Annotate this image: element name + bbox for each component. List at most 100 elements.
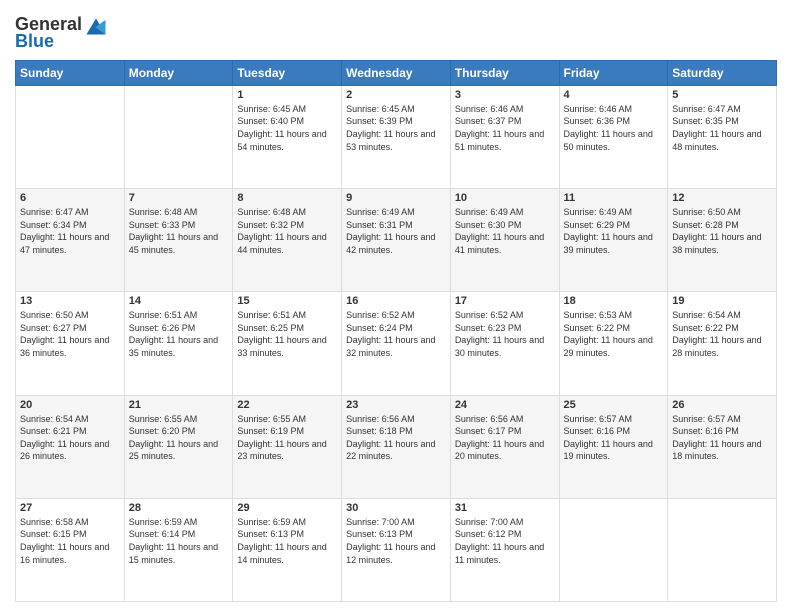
calendar-cell: 10 Sunrise: 6:49 AM Sunset: 6:30 PM Dayli… [450,189,559,292]
day-info: Sunrise: 6:46 AM Sunset: 6:37 PM Dayligh… [455,103,555,153]
day-info: Sunrise: 6:49 AM Sunset: 6:30 PM Dayligh… [455,206,555,256]
calendar-cell [668,498,777,601]
day-info: Sunrise: 6:51 AM Sunset: 6:26 PM Dayligh… [129,309,229,359]
day-info: Sunrise: 6:48 AM Sunset: 6:33 PM Dayligh… [129,206,229,256]
day-number: 4 [564,89,664,101]
calendar-cell: 24 Sunrise: 6:56 AM Sunset: 6:17 PM Dayli… [450,395,559,498]
calendar-cell: 15 Sunrise: 6:51 AM Sunset: 6:25 PM Dayli… [233,292,342,395]
day-info: Sunrise: 6:58 AM Sunset: 6:15 PM Dayligh… [20,516,120,566]
calendar-cell: 17 Sunrise: 6:52 AM Sunset: 6:23 PM Dayli… [450,292,559,395]
day-number: 8 [237,192,337,204]
day-info: Sunrise: 6:47 AM Sunset: 6:34 PM Dayligh… [20,206,120,256]
calendar-cell: 3 Sunrise: 6:46 AM Sunset: 6:37 PM Daylig… [450,85,559,188]
day-info: Sunrise: 6:52 AM Sunset: 6:23 PM Dayligh… [455,309,555,359]
day-number: 17 [455,295,555,307]
day-number: 10 [455,192,555,204]
calendar-cell: 31Sunrise: 7:00 AM Sunset: 6:12 PM Dayli… [450,498,559,601]
weekday-header: Sunday [16,60,125,85]
day-number: 27 [20,502,120,514]
day-number: 23 [346,399,446,411]
day-number: 16 [346,295,446,307]
day-number: 11 [564,192,664,204]
calendar-cell: 26 Sunrise: 6:57 AM Sunset: 6:16 PM Dayli… [668,395,777,498]
day-info: Sunrise: 6:57 AM Sunset: 6:16 PM Dayligh… [672,413,772,463]
day-info: Sunrise: 6:52 AM Sunset: 6:24 PM Dayligh… [346,309,446,359]
day-info: Sunrise: 6:51 AM Sunset: 6:25 PM Dayligh… [237,309,337,359]
weekday-header: Thursday [450,60,559,85]
day-number: 28 [129,502,229,514]
day-info: Sunrise: 6:47 AM Sunset: 6:35 PM Dayligh… [672,103,772,153]
day-number: 20 [20,399,120,411]
weekday-header: Tuesday [233,60,342,85]
calendar-cell: 8 Sunrise: 6:48 AM Sunset: 6:32 PM Daylig… [233,189,342,292]
calendar-cell: 18Sunrise: 6:53 AM Sunset: 6:22 PM Dayli… [559,292,668,395]
weekday-header: Saturday [668,60,777,85]
day-info: Sunrise: 6:59 AM Sunset: 6:14 PM Dayligh… [129,516,229,566]
calendar-cell: 4Sunrise: 6:46 AM Sunset: 6:36 PM Daylig… [559,85,668,188]
calendar-cell: 19 Sunrise: 6:54 AM Sunset: 6:22 PM Dayli… [668,292,777,395]
calendar-cell: 12 Sunrise: 6:50 AM Sunset: 6:28 PM Dayli… [668,189,777,292]
calendar-cell: 22 Sunrise: 6:55 AM Sunset: 6:19 PM Dayli… [233,395,342,498]
day-info: Sunrise: 6:49 AM Sunset: 6:29 PM Dayligh… [564,206,664,256]
day-number: 26 [672,399,772,411]
day-info: Sunrise: 6:49 AM Sunset: 6:31 PM Dayligh… [346,206,446,256]
day-number: 13 [20,295,120,307]
header: General Blue [15,10,777,52]
day-info: Sunrise: 6:50 AM Sunset: 6:27 PM Dayligh… [20,309,120,359]
day-info: Sunrise: 6:48 AM Sunset: 6:32 PM Dayligh… [237,206,337,256]
calendar-cell: 27 Sunrise: 6:58 AM Sunset: 6:15 PM Dayli… [16,498,125,601]
weekday-header: Wednesday [342,60,451,85]
day-info: Sunrise: 6:45 AM Sunset: 6:40 PM Dayligh… [237,103,337,153]
calendar-cell: 28 Sunrise: 6:59 AM Sunset: 6:14 PM Dayli… [124,498,233,601]
weekday-header-row: SundayMondayTuesdayWednesdayThursdayFrid… [16,60,777,85]
day-info: Sunrise: 6:56 AM Sunset: 6:17 PM Dayligh… [455,413,555,463]
day-info: Sunrise: 6:45 AM Sunset: 6:39 PM Dayligh… [346,103,446,153]
day-number: 25 [564,399,664,411]
calendar-cell: 29 Sunrise: 6:59 AM Sunset: 6:13 PM Dayli… [233,498,342,601]
day-info: Sunrise: 6:54 AM Sunset: 6:21 PM Dayligh… [20,413,120,463]
day-info: Sunrise: 6:55 AM Sunset: 6:19 PM Dayligh… [237,413,337,463]
day-info: Sunrise: 6:53 AM Sunset: 6:22 PM Dayligh… [564,309,664,359]
day-number: 14 [129,295,229,307]
calendar-cell: 20 Sunrise: 6:54 AM Sunset: 6:21 PM Dayli… [16,395,125,498]
day-number: 3 [455,89,555,101]
page: General Blue SundayMondayTuesdayWednesda… [0,0,792,612]
calendar-cell: 7 Sunrise: 6:48 AM Sunset: 6:33 PM Daylig… [124,189,233,292]
day-info: Sunrise: 6:57 AM Sunset: 6:16 PM Dayligh… [564,413,664,463]
day-number: 9 [346,192,446,204]
day-info: Sunrise: 6:56 AM Sunset: 6:18 PM Dayligh… [346,413,446,463]
day-info: Sunrise: 6:50 AM Sunset: 6:28 PM Dayligh… [672,206,772,256]
calendar-cell [124,85,233,188]
day-number: 6 [20,192,120,204]
day-number: 15 [237,295,337,307]
calendar-cell: 14 Sunrise: 6:51 AM Sunset: 6:26 PM Dayli… [124,292,233,395]
day-number: 2 [346,89,446,101]
weekday-header: Friday [559,60,668,85]
calendar-cell: 6 Sunrise: 6:47 AM Sunset: 6:34 PM Daylig… [16,189,125,292]
calendar-week-row: 27 Sunrise: 6:58 AM Sunset: 6:15 PM Dayli… [16,498,777,601]
day-info: Sunrise: 6:59 AM Sunset: 6:13 PM Dayligh… [237,516,337,566]
day-number: 31 [455,502,555,514]
calendar-cell: 25 Sunrise: 6:57 AM Sunset: 6:16 PM Dayli… [559,395,668,498]
calendar-cell: 11 Sunrise: 6:49 AM Sunset: 6:29 PM Dayli… [559,189,668,292]
day-info: Sunrise: 6:54 AM Sunset: 6:22 PM Dayligh… [672,309,772,359]
day-number: 24 [455,399,555,411]
calendar-week-row: 13 Sunrise: 6:50 AM Sunset: 6:27 PM Dayli… [16,292,777,395]
day-number: 7 [129,192,229,204]
calendar-cell: 30Sunrise: 7:00 AM Sunset: 6:13 PM Dayli… [342,498,451,601]
calendar-cell: 2 Sunrise: 6:45 AM Sunset: 6:39 PM Daylig… [342,85,451,188]
calendar-table: SundayMondayTuesdayWednesdayThursdayFrid… [15,60,777,602]
day-number: 19 [672,295,772,307]
calendar-cell: 9 Sunrise: 6:49 AM Sunset: 6:31 PM Daylig… [342,189,451,292]
calendar-cell: 16 Sunrise: 6:52 AM Sunset: 6:24 PM Dayli… [342,292,451,395]
day-number: 12 [672,192,772,204]
calendar-cell: 5 Sunrise: 6:47 AM Sunset: 6:35 PM Daylig… [668,85,777,188]
calendar-cell: 1Sunrise: 6:45 AM Sunset: 6:40 PM Daylig… [233,85,342,188]
day-number: 22 [237,399,337,411]
day-number: 5 [672,89,772,101]
day-info: Sunrise: 6:55 AM Sunset: 6:20 PM Dayligh… [129,413,229,463]
calendar-cell [16,85,125,188]
day-number: 29 [237,502,337,514]
calendar-week-row: 6 Sunrise: 6:47 AM Sunset: 6:34 PM Daylig… [16,189,777,292]
calendar-week-row: 1Sunrise: 6:45 AM Sunset: 6:40 PM Daylig… [16,85,777,188]
